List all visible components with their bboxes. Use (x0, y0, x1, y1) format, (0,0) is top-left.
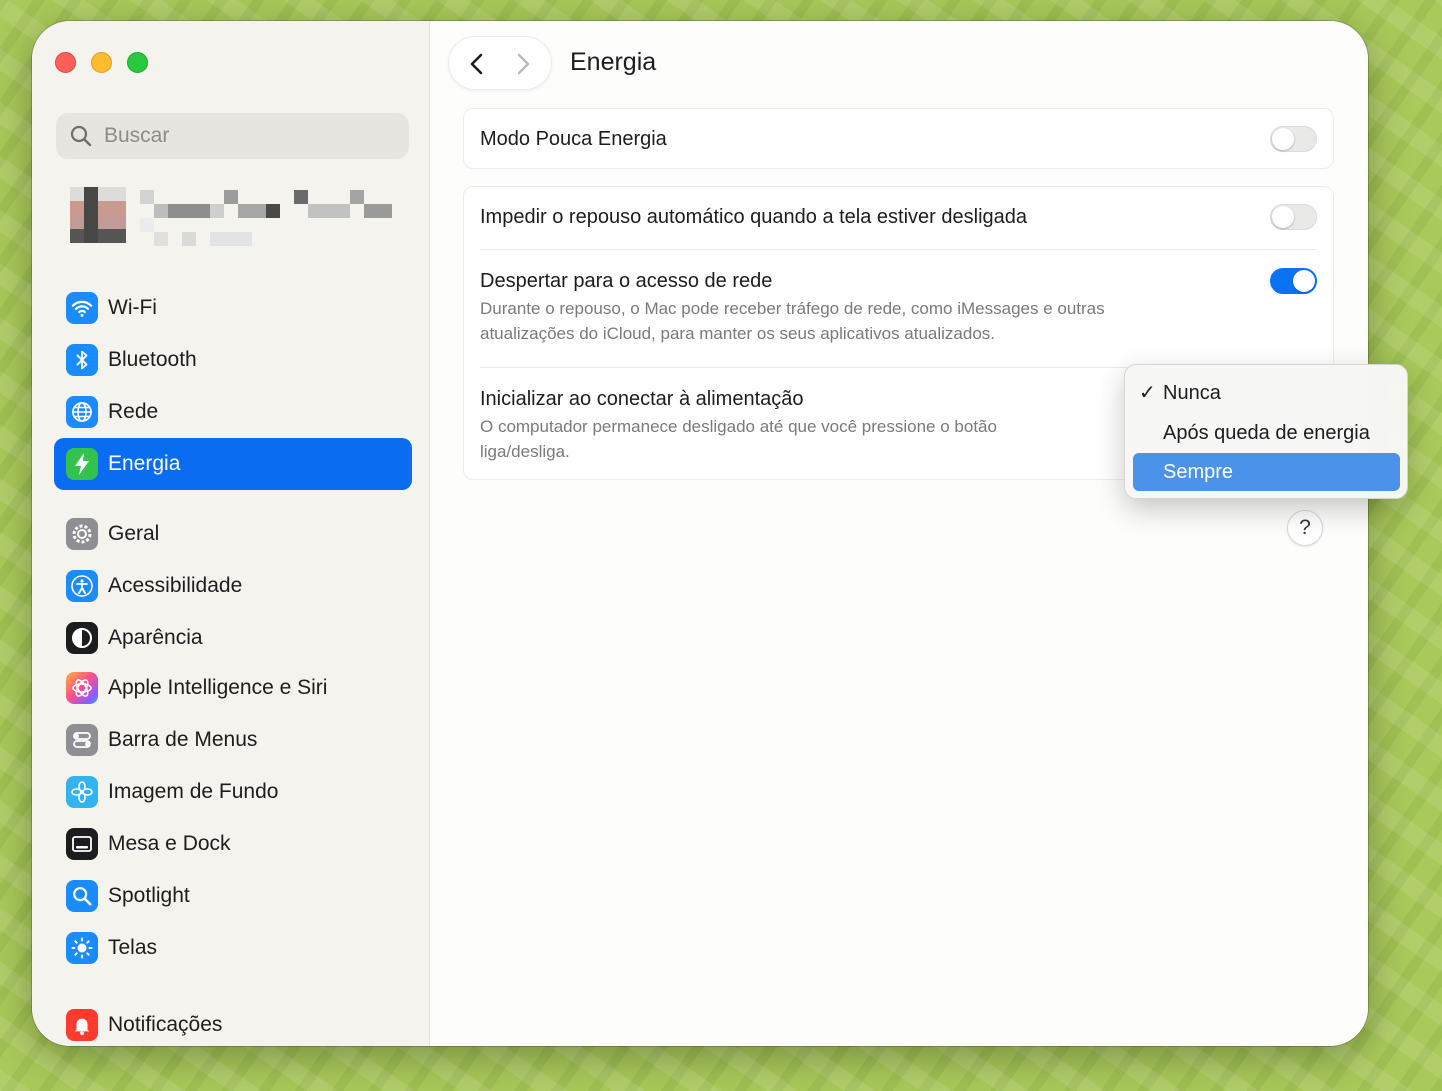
sidebar-item-label: Imagem de Fundo (108, 780, 279, 803)
sidebar-item-label: Apple Intelligence e Siri (108, 676, 328, 699)
divider (480, 249, 1317, 250)
help-button[interactable]: ? (1287, 510, 1323, 546)
sidebar-item-energia[interactable]: Energia (54, 438, 412, 490)
sidebar-item-aparencia[interactable]: Aparência (54, 612, 412, 664)
low-power-label: Modo Pouca Energia (480, 128, 667, 150)
wake-network-toggle[interactable] (1270, 268, 1317, 294)
menu-item-sempre[interactable]: Sempre (1133, 453, 1400, 491)
sidebar-item-label: Barra de Menus (108, 728, 258, 751)
toggle-knob (1272, 206, 1294, 228)
menu-item-nunca[interactable]: ✓ Nunca (1133, 374, 1400, 412)
sidebar-item-label: Spotlight (108, 884, 190, 907)
bluetooth-icon (66, 344, 98, 376)
sidebar-item-label: Bluetooth (108, 348, 197, 371)
menu-item-label: Após queda de energia (1163, 422, 1370, 444)
sidebar-item-mesa-e-dock[interactable]: Mesa e Dock (54, 818, 412, 870)
dock-icon (66, 828, 98, 860)
prevent-sleep-toggle[interactable] (1270, 204, 1317, 230)
chevron-left-icon (470, 53, 483, 75)
bell-icon (66, 1009, 98, 1041)
toggle-knob (1272, 128, 1294, 150)
chevron-right-icon (517, 53, 530, 75)
wifi-icon (66, 292, 98, 324)
sidebar-item-imagem-de-fundo[interactable]: Imagem de Fundo (54, 766, 412, 818)
search-input[interactable] (104, 113, 394, 159)
sidebar-item-telas[interactable]: Telas (54, 922, 412, 974)
search-field[interactable] (56, 113, 409, 159)
apple-account-profile[interactable] (70, 187, 400, 247)
sidebar-item-spotlight[interactable]: Spotlight (54, 870, 412, 922)
search-icon (70, 125, 92, 147)
sun-icon (66, 932, 98, 964)
checkmark-icon: ✓ (1139, 382, 1156, 404)
sidebar-item-bluetooth[interactable]: Bluetooth (54, 334, 412, 386)
sidebar-item-label: Energia (108, 452, 181, 475)
avatar (70, 187, 126, 243)
sidebar-item-geral[interactable]: Geral (54, 508, 412, 560)
toggle-knob (1293, 270, 1315, 292)
start-on-power-label: Inicializar ao conectar à alimentação (480, 388, 804, 410)
navigation-buttons (448, 36, 552, 90)
zoom-window-button[interactable] (127, 52, 148, 73)
wake-network-label: Despertar para o acesso de rede (480, 270, 773, 292)
prevent-sleep-label: Impedir o repouso automático quando a te… (480, 206, 1028, 228)
bolt-icon (66, 448, 98, 480)
start-on-power-description: O computador permanece desligado até que… (480, 417, 997, 461)
minimize-window-button[interactable] (91, 52, 112, 73)
wake-network-description: Durante o repouso, o Mac pode receber tr… (480, 299, 1105, 343)
close-window-button[interactable] (55, 52, 76, 73)
magnifier-icon (66, 880, 98, 912)
sidebar-item-label: Acessibilidade (108, 574, 243, 597)
sidebar-item-wifi[interactable]: Wi-Fi (54, 282, 412, 334)
sidebar-item-rede[interactable]: Rede (54, 386, 412, 438)
appearance-icon (66, 622, 98, 654)
sidebar-item-label: Telas (108, 936, 158, 959)
accessibility-icon (66, 570, 98, 602)
start-on-power-popup-menu: ✓ Nunca Após queda de energia Sempre (1124, 364, 1408, 499)
sidebar-item-label: Rede (108, 400, 159, 423)
sidebar-item-label: Mesa e Dock (108, 832, 231, 855)
sidebar: Wi-Fi Bluetooth Rede Energia (32, 21, 430, 1046)
sidebar-item-barra-de-menus[interactable]: Barra de Menus (54, 714, 412, 766)
sidebar-item-label: Wi-Fi (108, 296, 157, 319)
sidebar-item-label: Geral (108, 522, 160, 545)
menu-item-label: Sempre (1163, 461, 1234, 483)
settings-window: Wi-Fi Bluetooth Rede Energia (32, 21, 1368, 1046)
gear-icon (66, 518, 98, 550)
content-pane: Energia Modo Pouca Energia Impedir o rep… (430, 21, 1368, 1046)
sidebar-item-acessibilidade[interactable]: Acessibilidade (54, 560, 412, 612)
back-button[interactable] (461, 47, 495, 81)
sidebar-item-label: Aparência (108, 626, 203, 649)
menubar-icon (66, 724, 98, 756)
low-power-toggle[interactable] (1270, 126, 1317, 152)
low-power-card: Modo Pouca Energia (463, 108, 1334, 169)
menu-item-apos-queda-de-energia[interactable]: Após queda de energia (1133, 414, 1400, 452)
siri-icon (66, 672, 98, 704)
globe-icon (66, 396, 98, 428)
forward-button[interactable] (505, 47, 539, 81)
sidebar-item-label: Notificações (108, 1013, 223, 1036)
sidebar-item-apple-intelligence-siri[interactable]: Apple Intelligence e Siri (54, 662, 412, 714)
menu-item-label: Nunca (1163, 382, 1221, 404)
flower-icon (66, 776, 98, 808)
sidebar-item-notificacoes[interactable]: Notificações (54, 999, 412, 1046)
page-title: Energia (570, 48, 657, 76)
